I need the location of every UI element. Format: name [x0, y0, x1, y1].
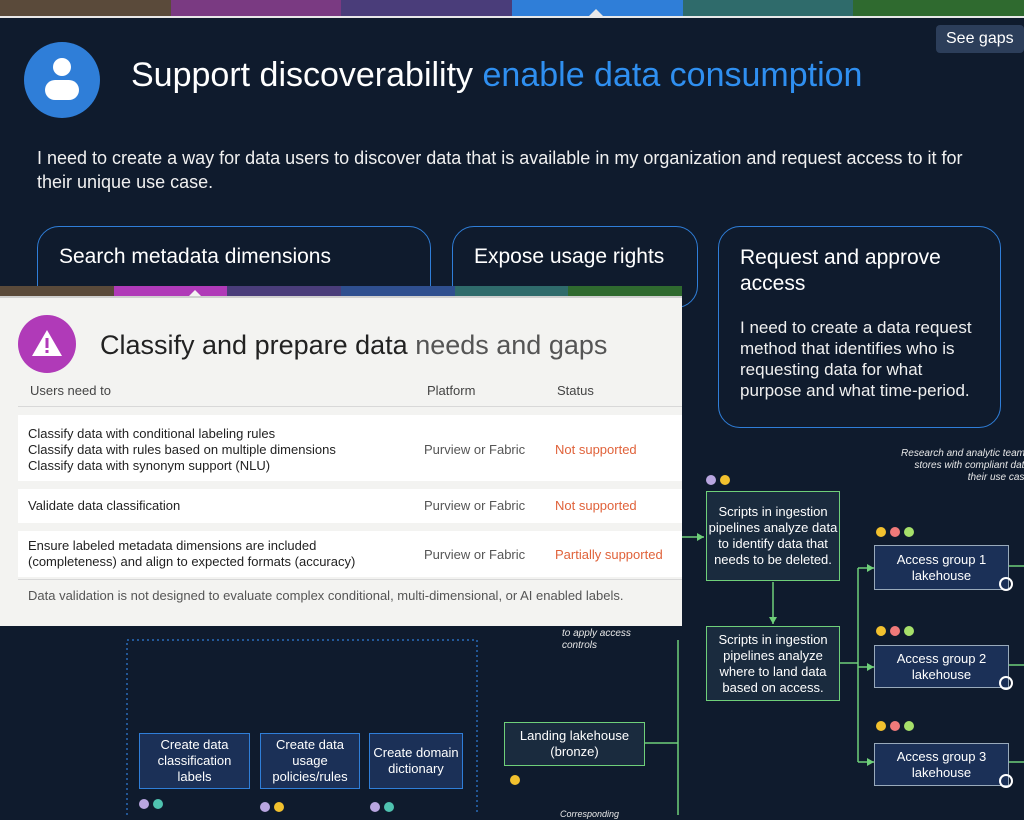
create-domain-dictionary-box[interactable]: Create domain dictionary: [369, 733, 463, 789]
gaps-panel: Classify and prepare data needs and gaps…: [0, 286, 683, 626]
divider: [18, 579, 682, 580]
persona-dots: [370, 799, 398, 812]
persona-dots: [876, 623, 918, 636]
need-text: Classify data with conditional labeling …: [28, 426, 336, 473]
panel-nav-segment[interactable]: [227, 286, 342, 296]
column-header-need: Users need to: [30, 383, 111, 398]
divider: [18, 406, 682, 407]
persona-dots: [706, 472, 734, 485]
column-header-platform: Platform: [427, 383, 476, 398]
refresh-icon: [999, 577, 1013, 591]
table-row[interactable]: Ensure labeled metadata dimensions are i…: [18, 531, 682, 577]
panel-nav-segment[interactable]: [341, 286, 455, 296]
scripts-land-box[interactable]: Scripts in ingestion pipelines analyze w…: [706, 626, 840, 701]
scripts-delete-box[interactable]: Scripts in ingestion pipelines analyze d…: [706, 491, 840, 581]
table-row[interactable]: Validate data classification Purview or …: [18, 489, 682, 523]
persona-dots: [510, 772, 524, 785]
access-group-3-box[interactable]: Access group 3 lakehouse: [874, 743, 1009, 786]
research-note: Research and analytic teams stores with …: [901, 448, 1024, 483]
status-cell: Not supported: [555, 498, 637, 513]
panel-nav-segment[interactable]: [0, 286, 114, 296]
panel-nav-segment-active[interactable]: [113, 286, 228, 296]
table-row[interactable]: Classify data with conditional labeling …: [18, 415, 682, 481]
warning-icon: [18, 315, 76, 373]
landing-lakehouse-box[interactable]: Landing lakehouse (bronze): [504, 722, 645, 766]
platform-cell: Purview or Fabric: [424, 498, 526, 513]
persona-dots: [260, 799, 288, 812]
create-classification-labels-box[interactable]: Create data classification labels: [139, 733, 250, 789]
panel-nav-segment[interactable]: [454, 286, 569, 296]
persona-dots: [876, 718, 918, 731]
apply-access-note: to apply access controls: [562, 628, 631, 651]
platform-cell: Purview or Fabric: [424, 547, 526, 562]
refresh-icon: [999, 774, 1013, 788]
column-header-status: Status: [557, 383, 594, 398]
panel-title: Classify and prepare data needs and gaps: [100, 330, 608, 360]
persona-dots: [876, 524, 918, 537]
panel-nav-underline: [0, 296, 682, 298]
platform-cell: Purview or Fabric: [424, 442, 526, 457]
access-group-1-box[interactable]: Access group 1 lakehouse: [874, 545, 1009, 590]
need-text: Ensure labeled metadata dimensions are i…: [28, 538, 356, 569]
status-cell: Partially supported: [555, 547, 663, 562]
create-usage-policies-box[interactable]: Create data usage policies/rules: [260, 733, 360, 789]
status-cell: Not supported: [555, 442, 637, 457]
need-text: Validate data classification: [28, 498, 181, 513]
panel-note: Data validation is not designed to evalu…: [28, 588, 624, 603]
panel-active-caret: [189, 290, 201, 296]
bottom-note: Corresponding: [560, 809, 620, 819]
refresh-icon: [999, 676, 1013, 690]
persona-dots: [139, 796, 167, 809]
panel-nav-segment[interactable]: [568, 286, 683, 296]
access-group-2-box[interactable]: Access group 2 lakehouse: [874, 645, 1009, 688]
panel-nav-bar: [0, 286, 683, 296]
